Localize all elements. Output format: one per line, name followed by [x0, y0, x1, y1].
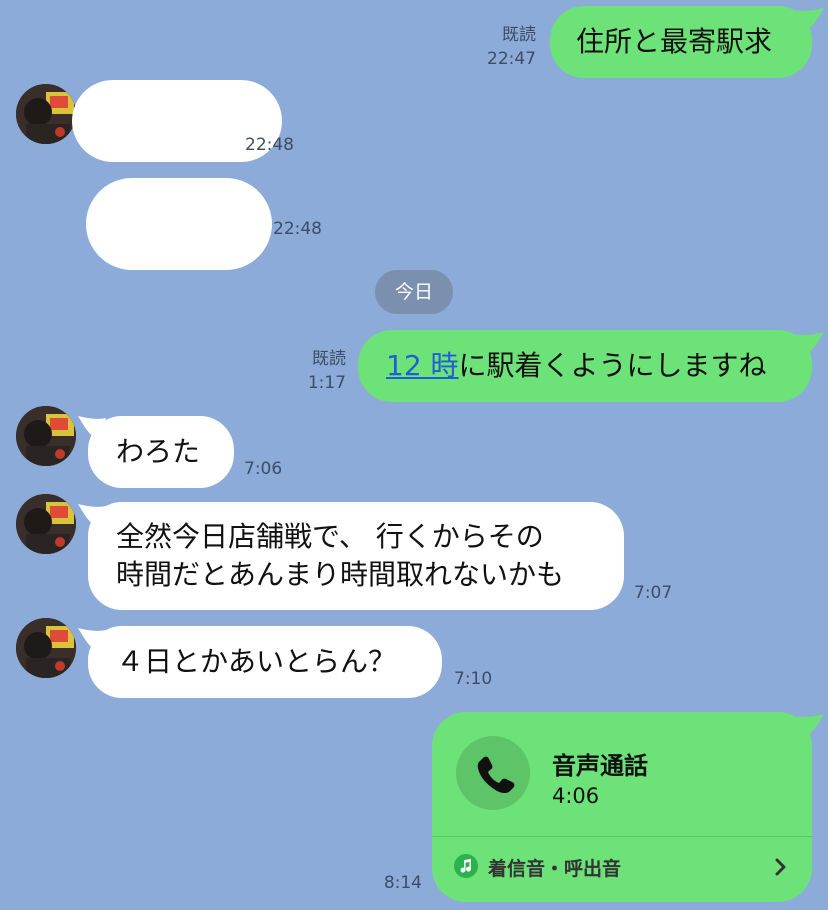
- avatar[interactable]: [16, 494, 76, 554]
- bubble-tail: [796, 714, 824, 740]
- outgoing-message-bubble[interactable]: 住所と最寄駅求: [550, 6, 812, 78]
- avatar[interactable]: [16, 618, 76, 678]
- message-time: 22:48: [273, 219, 322, 239]
- message-text: に駅着くようにしますね: [458, 349, 767, 382]
- message-time: 7:10: [454, 669, 493, 689]
- message-time: 22:48: [245, 135, 294, 155]
- message-time: 8:14: [383, 873, 422, 893]
- read-receipt: 既読: [502, 25, 536, 45]
- music-note-icon: [454, 854, 478, 878]
- outgoing-message-bubble[interactable]: 12 時に駅着くようにしますね: [358, 330, 812, 402]
- read-receipt: 既読: [312, 349, 346, 369]
- incoming-message-bubble[interactable]: わろた: [88, 416, 234, 488]
- call-icon-circle[interactable]: [456, 736, 530, 810]
- message-text: わろた: [116, 435, 201, 468]
- message-time: 22:47: [487, 49, 536, 69]
- chevron-right-icon: [775, 858, 786, 876]
- avatar-image: [16, 494, 76, 554]
- avatar[interactable]: [16, 406, 76, 466]
- avatar-image: [16, 84, 76, 144]
- voice-call-card[interactable]: 音声通話 4:06 着信音・呼出音: [432, 712, 812, 902]
- bubble-tail: [796, 332, 824, 358]
- message-text-line: 全然今日店舗戦で、 行くからその: [116, 520, 544, 553]
- avatar[interactable]: [16, 84, 76, 144]
- message-text-line: 時間だとあんまり時間取れないかも: [116, 558, 565, 591]
- message-time: 1:17: [307, 373, 346, 393]
- bubble-tail: [796, 8, 824, 34]
- redacted-message-bubble[interactable]: [86, 178, 272, 270]
- avatar-image: [16, 406, 76, 466]
- ringtone-label: 着信音・呼出音: [488, 858, 622, 880]
- message-time: 7:06: [244, 459, 283, 479]
- time-link[interactable]: 12 時: [386, 349, 459, 382]
- phone-icon: [477, 756, 515, 794]
- message-text: ４日とかあいとらん？: [116, 645, 397, 678]
- call-duration: 4:06: [552, 784, 600, 808]
- avatar-image: [16, 618, 76, 678]
- message-time: 7:07: [634, 583, 673, 603]
- incoming-message-bubble[interactable]: 全然今日店舗戦で、 行くからその 時間だとあんまり時間取れないかも: [88, 502, 624, 610]
- ringtone-settings-link[interactable]: 着信音・呼出音: [432, 837, 812, 902]
- incoming-message-bubble[interactable]: ４日とかあいとらん？: [88, 626, 442, 698]
- call-title: 音声通話: [552, 752, 648, 780]
- message-text: 住所と最寄駅求: [576, 25, 773, 58]
- date-divider: 今日: [375, 270, 453, 314]
